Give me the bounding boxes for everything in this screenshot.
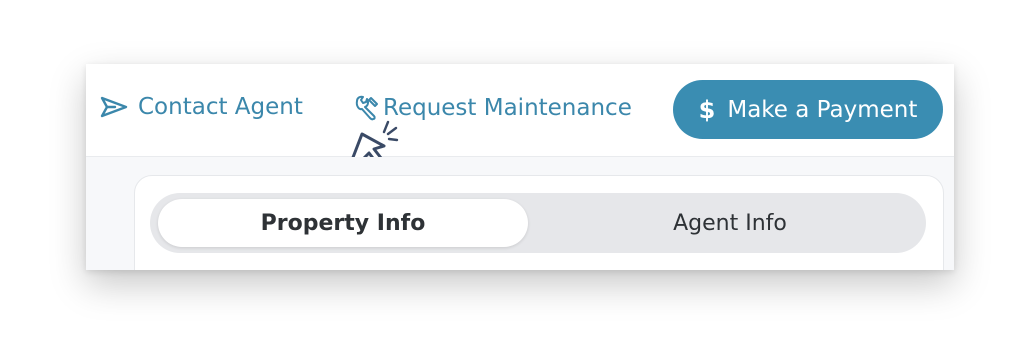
info-tabs: Property Info Agent Info bbox=[150, 193, 926, 253]
dollar-icon: $ bbox=[698, 95, 716, 124]
action-bar: Contact Agent Request Maintenance $ Make… bbox=[86, 64, 954, 164]
send-icon bbox=[100, 95, 128, 119]
info-panel: Property Info Agent Info bbox=[134, 175, 944, 270]
request-maintenance-label: Request Maintenance bbox=[383, 95, 632, 121]
contact-agent-link[interactable]: Contact Agent bbox=[100, 94, 303, 120]
contact-agent-label: Contact Agent bbox=[138, 94, 303, 120]
make-payment-label: Make a Payment bbox=[727, 96, 918, 123]
app-window: Contact Agent Request Maintenance $ Make… bbox=[86, 64, 954, 270]
content-area: Property Info Agent Info bbox=[86, 157, 954, 270]
tab-property-info[interactable]: Property Info bbox=[158, 199, 528, 247]
make-payment-button[interactable]: $ Make a Payment bbox=[673, 80, 943, 139]
tab-agent-info[interactable]: Agent Info bbox=[540, 199, 920, 247]
